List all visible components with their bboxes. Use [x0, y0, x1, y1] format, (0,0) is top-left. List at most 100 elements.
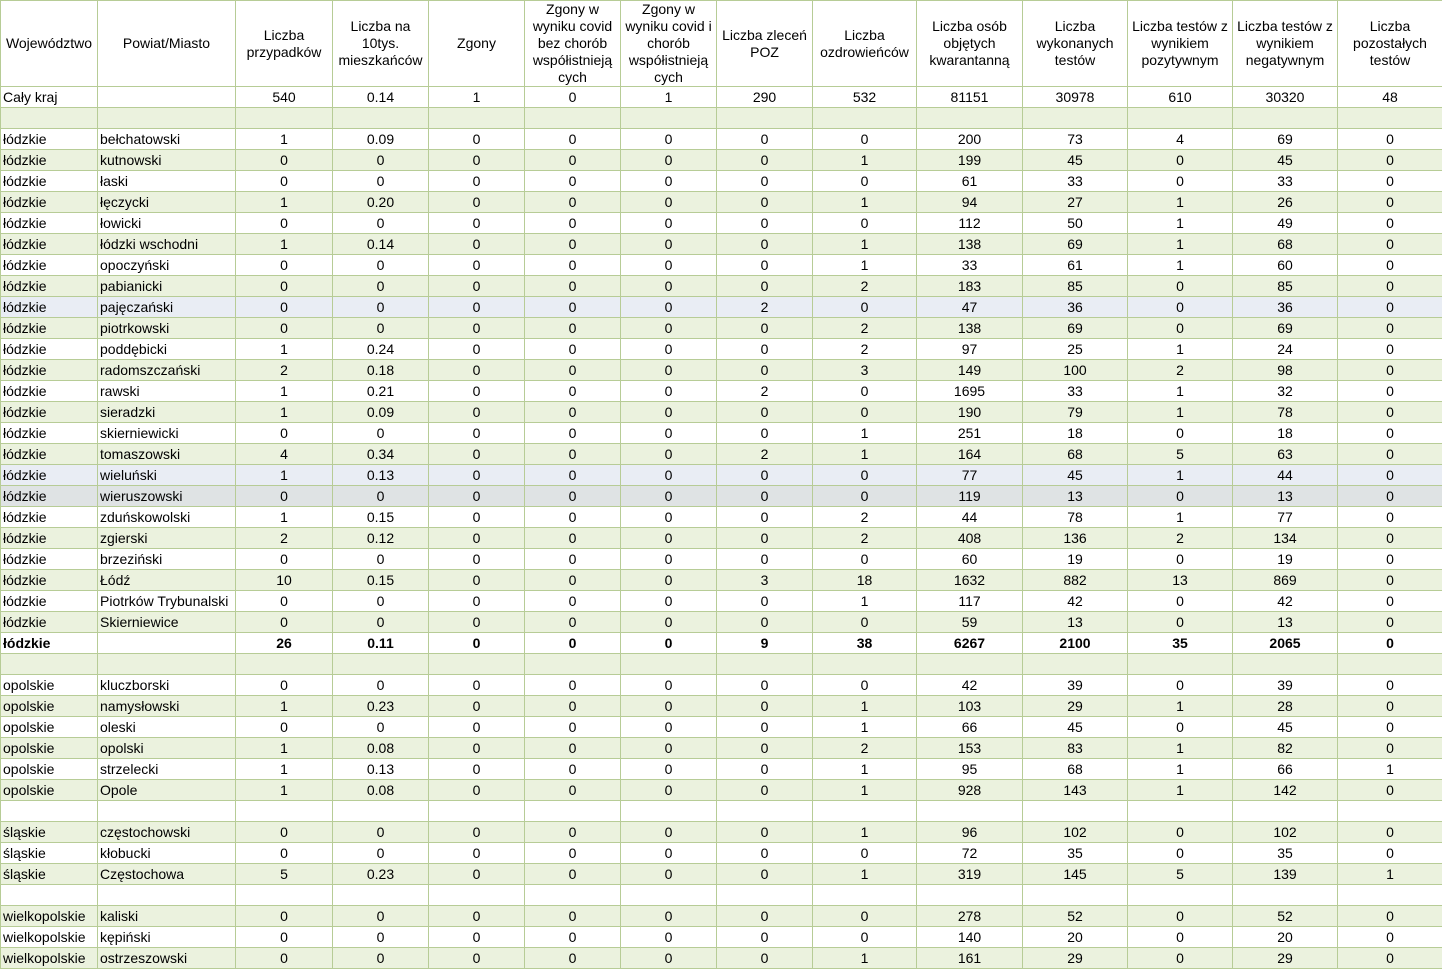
table-cell[interactable]: 1: [812, 233, 917, 255]
table-cell[interactable]: [1232, 653, 1338, 675]
table-cell[interactable]: 0: [428, 863, 525, 885]
column-header[interactable]: Liczba wykonanych testów: [1022, 0, 1128, 87]
table-cell[interactable]: 0: [1337, 842, 1442, 864]
table-cell[interactable]: 1: [1127, 401, 1233, 423]
table-cell[interactable]: 0: [428, 947, 525, 969]
table-cell[interactable]: 0: [235, 275, 333, 297]
table-cell[interactable]: 85: [1022, 275, 1128, 297]
table-cell[interactable]: 1: [1127, 338, 1233, 360]
table-cell[interactable]: 9: [716, 632, 813, 654]
table-cell[interactable]: 0: [620, 926, 717, 948]
table-cell[interactable]: 1: [235, 695, 333, 717]
table-cell[interactable]: 0: [235, 947, 333, 969]
table-cell[interactable]: [524, 107, 621, 129]
table-cell[interactable]: 0: [1337, 401, 1442, 423]
table-cell[interactable]: [332, 107, 429, 129]
table-cell[interactable]: 140: [916, 926, 1023, 948]
table-cell[interactable]: 0: [524, 905, 621, 927]
table-cell[interactable]: 0: [716, 359, 813, 381]
table-cell[interactable]: 0: [428, 779, 525, 801]
table-cell[interactable]: łódzkie: [0, 317, 98, 339]
table-cell[interactable]: [0, 884, 98, 906]
table-cell[interactable]: [235, 107, 333, 129]
table-cell[interactable]: 0: [524, 401, 621, 423]
table-cell[interactable]: 0: [812, 380, 917, 402]
table-cell[interactable]: łódzkie: [0, 527, 98, 549]
table-cell[interactable]: 0: [332, 611, 429, 633]
table-cell[interactable]: 100: [1022, 359, 1128, 381]
table-cell[interactable]: 0: [812, 401, 917, 423]
table-cell[interactable]: 0: [716, 821, 813, 843]
table-cell[interactable]: 0: [524, 632, 621, 654]
table-cell[interactable]: 0: [1127, 548, 1233, 570]
table-cell[interactable]: łódzkie: [0, 548, 98, 570]
table-cell[interactable]: 0: [716, 128, 813, 150]
table-cell[interactable]: 35: [1127, 632, 1233, 654]
table-cell[interactable]: 0: [1337, 569, 1442, 591]
table-cell[interactable]: 0: [524, 170, 621, 192]
table-cell[interactable]: 0: [524, 275, 621, 297]
table-cell[interactable]: 32: [1232, 380, 1338, 402]
column-header[interactable]: Liczba na 10tys. mieszkańców: [332, 0, 429, 87]
table-cell[interactable]: 1: [1127, 191, 1233, 213]
table-cell[interactable]: 0: [620, 632, 717, 654]
table-cell[interactable]: 33: [1232, 170, 1338, 192]
table-cell[interactable]: [1022, 653, 1128, 675]
table-cell[interactable]: 0: [428, 716, 525, 738]
table-cell[interactable]: 0: [332, 254, 429, 276]
table-cell[interactable]: [332, 884, 429, 906]
table-cell[interactable]: 82: [1232, 737, 1338, 759]
table-cell[interactable]: 18: [1232, 422, 1338, 444]
table-cell[interactable]: 0.15: [332, 506, 429, 528]
table-cell[interactable]: 0: [716, 611, 813, 633]
table-cell[interactable]: 0: [812, 296, 917, 318]
column-header[interactable]: Liczba pozostałych testów: [1337, 0, 1442, 87]
table-cell[interactable]: 0: [1127, 905, 1233, 927]
table-cell[interactable]: [620, 107, 717, 129]
table-cell[interactable]: łódzkie: [0, 233, 98, 255]
table-cell[interactable]: 95: [916, 758, 1023, 780]
table-cell[interactable]: 0: [1127, 422, 1233, 444]
table-cell[interactable]: 0: [524, 758, 621, 780]
table-cell[interactable]: 36: [1232, 296, 1338, 318]
table-cell[interactable]: 0: [716, 170, 813, 192]
table-cell[interactable]: 77: [1232, 506, 1338, 528]
table-cell[interactable]: 0: [620, 548, 717, 570]
table-cell[interactable]: łódzkie: [0, 128, 98, 150]
table-cell[interactable]: 0: [524, 569, 621, 591]
table-cell[interactable]: Łódź: [97, 569, 236, 591]
table-cell[interactable]: 39: [1022, 674, 1128, 696]
table-cell[interactable]: 29: [1022, 695, 1128, 717]
table-cell[interactable]: opoczyński: [97, 254, 236, 276]
table-cell[interactable]: 0: [235, 821, 333, 843]
table-cell[interactable]: 68: [1022, 443, 1128, 465]
table-cell[interactable]: 0: [235, 212, 333, 234]
table-cell[interactable]: 0: [428, 548, 525, 570]
table-cell[interactable]: 0: [812, 548, 917, 570]
table-cell[interactable]: 0: [1337, 275, 1442, 297]
table-cell[interactable]: 3: [812, 359, 917, 381]
table-cell[interactable]: 0: [235, 317, 333, 339]
table-cell[interactable]: 0.23: [332, 695, 429, 717]
table-cell[interactable]: 0: [1337, 905, 1442, 927]
table-cell[interactable]: 0: [1337, 422, 1442, 444]
table-cell[interactable]: 0: [1337, 947, 1442, 969]
table-cell[interactable]: 0: [716, 401, 813, 423]
table-cell[interactable]: 0: [716, 317, 813, 339]
table-cell[interactable]: [235, 884, 333, 906]
table-cell[interactable]: 13: [1232, 611, 1338, 633]
table-cell[interactable]: [1022, 800, 1128, 822]
table-cell[interactable]: 0.08: [332, 737, 429, 759]
table-cell[interactable]: 0: [428, 422, 525, 444]
table-cell[interactable]: łódzkie: [0, 359, 98, 381]
table-cell[interactable]: 0: [1337, 737, 1442, 759]
table-cell[interactable]: 0: [1127, 821, 1233, 843]
table-cell[interactable]: 0: [524, 317, 621, 339]
table-cell[interactable]: 4: [1127, 128, 1233, 150]
table-cell[interactable]: [0, 653, 98, 675]
table-cell[interactable]: 0: [620, 443, 717, 465]
table-cell[interactable]: 13: [1022, 611, 1128, 633]
table-cell[interactable]: wieruszowski: [97, 485, 236, 507]
table-cell[interactable]: 0: [235, 422, 333, 444]
table-cell[interactable]: 0: [428, 611, 525, 633]
